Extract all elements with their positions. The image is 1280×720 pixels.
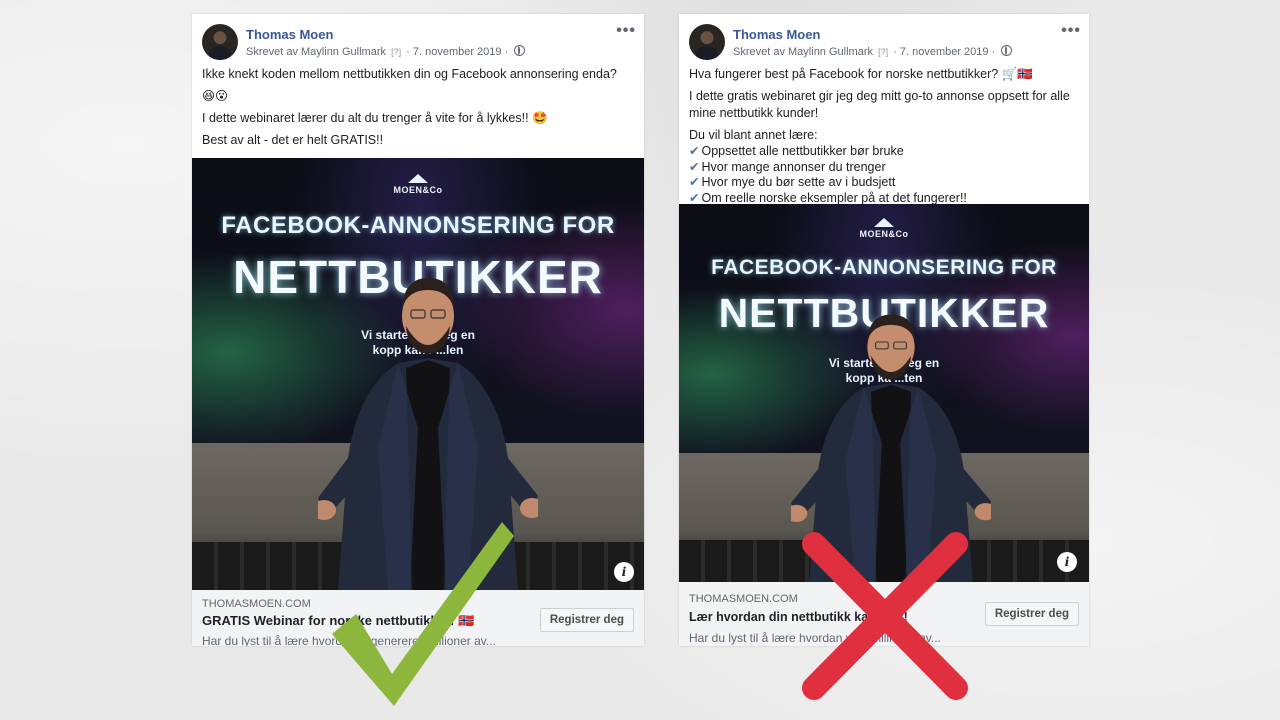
meta-help[interactable]: [?] <box>391 47 401 57</box>
author-name[interactable]: Thomas Moen <box>733 27 820 42</box>
brand-logo: MOEN&Co <box>679 218 1089 239</box>
post-meta: Skrevet av Maylinn Gullmark [?] · 7. nov… <box>246 45 526 58</box>
post-emoji-line: 😆😮 <box>202 89 229 103</box>
list-item: ✔ Hvor mye du bør sette av i budsjett <box>689 175 1079 191</box>
list-item-text: Hvor mye du bør sette av i budsjett <box>701 175 896 189</box>
brand-logo: MOEN&Co <box>192 174 644 195</box>
info-icon[interactable]: i <box>1057 552 1077 572</box>
brand-logo-text: MOEN&Co <box>393 185 443 195</box>
brand-logo-text: MOEN&Co <box>859 229 909 239</box>
mountain-icon <box>408 174 428 183</box>
list-title: Du vil blant annet lære: <box>689 128 818 142</box>
cross-icon <box>800 530 970 702</box>
post-paragraph: I dette webinaret lærer du alt du trenge… <box>202 111 548 125</box>
link-domain: THOMASMOEN.COM <box>202 598 311 610</box>
post-meta: Skrevet av Maylinn Gullmark [?] · 7. nov… <box>733 45 1013 58</box>
more-options-icon[interactable]: ••• <box>1061 22 1081 40</box>
post-intro: Hva fungerer best på Facebook for norske… <box>689 67 1033 81</box>
list-item: ✔ Hvor mange annonser du trenger <box>689 160 1079 176</box>
more-options-icon[interactable]: ••• <box>616 22 636 40</box>
meta-help[interactable]: [?] <box>878 47 888 57</box>
globe-icon <box>514 45 526 56</box>
image-headline-top: FACEBOOK-ANNONSERING FOR <box>221 212 615 239</box>
info-icon[interactable]: i <box>614 562 634 582</box>
author-name[interactable]: Thomas Moen <box>246 27 333 42</box>
register-button[interactable]: Registrer deg <box>539 608 634 632</box>
register-button[interactable]: Registrer deg <box>984 602 1079 626</box>
checkmark-icon <box>322 514 520 710</box>
mountain-icon <box>874 218 894 227</box>
checkmark-icon: ✔ <box>689 175 700 189</box>
list-item-text: Oppsettet alle nettbutikker bør bruke <box>701 144 904 158</box>
meta-date[interactable]: · 7. november 2019 · <box>893 46 995 58</box>
list-item-text: Hvor mange annonser du trenger <box>701 159 886 174</box>
post-header: Thomas Moen Skrevet av Maylinn Gullmark … <box>192 14 644 66</box>
post-header: Thomas Moen Skrevet av Maylinn Gullmark … <box>679 14 1089 66</box>
checkmark-icon: ✔ <box>689 159 700 174</box>
post-text: Ikke knekt koden mellom nettbutikken din… <box>192 66 644 149</box>
list-item: ✔ Oppsettet alle nettbutikker bør bruke <box>689 144 1079 160</box>
avatar[interactable] <box>689 24 725 60</box>
post-paragraph: Best av alt - det er helt GRATIS!! <box>202 133 384 147</box>
checkmark-icon: ✔ <box>689 190 700 205</box>
checkmark-icon: ✔ <box>689 144 700 158</box>
post-paragraph: I dette gratis webinaret gir jeg deg mit… <box>689 89 1070 120</box>
link-domain: THOMASMOEN.COM <box>689 593 798 605</box>
list-item-text: Om reelle norske eksempler på at det fun… <box>701 190 967 205</box>
post-text: Hva fungerer best på Facebook for norske… <box>679 66 1089 206</box>
post-paragraph: Ikke knekt koden mellom nettbutikken din… <box>202 67 617 81</box>
ad-image[interactable]: MOEN&Co FACEBOOK-ANNONSERING FOR NETTBUT… <box>679 204 1089 582</box>
meta-author: Skrevet av Maylinn Gullmark <box>246 46 386 58</box>
benefit-list: ✔ Oppsettet alle nettbutikker bør bruke ✔… <box>689 144 1079 206</box>
image-headline-top: FACEBOOK-ANNONSERING FOR <box>711 256 1057 279</box>
avatar[interactable] <box>202 24 238 60</box>
meta-author: Skrevet av Maylinn Gullmark <box>733 46 873 58</box>
globe-icon <box>1001 45 1013 56</box>
meta-date[interactable]: · 7. november 2019 · <box>406 46 508 58</box>
